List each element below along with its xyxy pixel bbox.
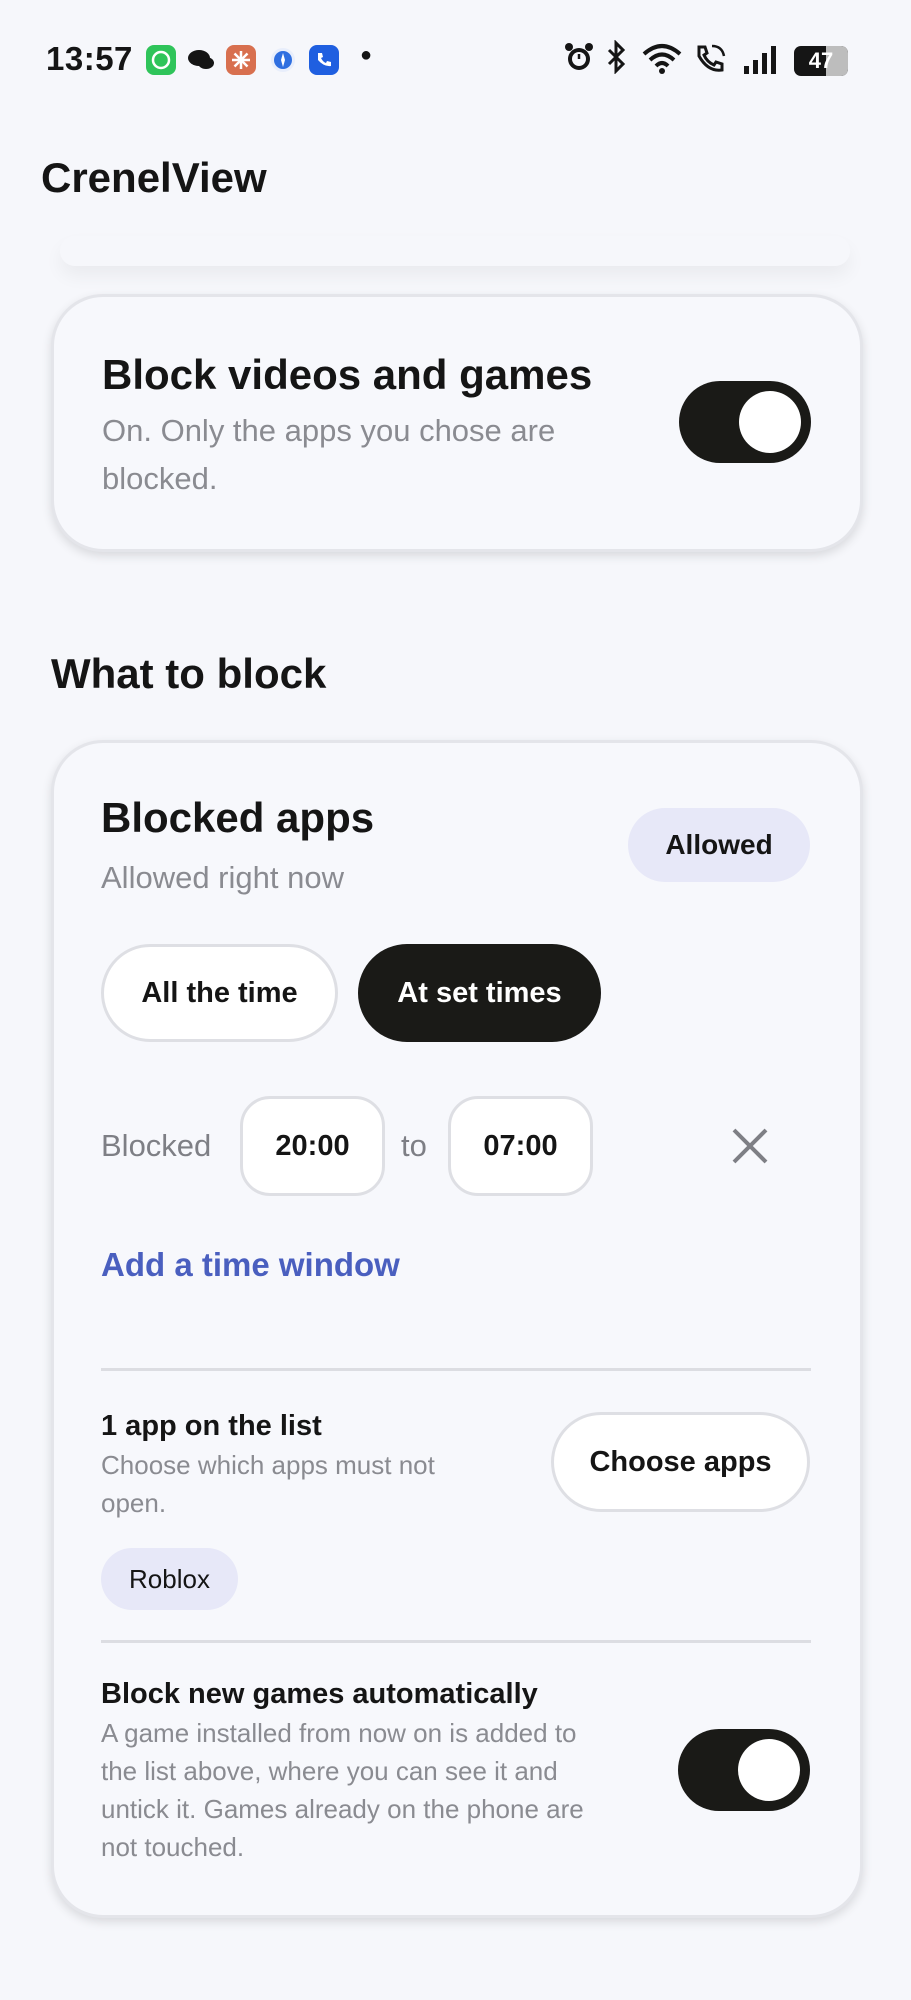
app-chip-roblox[interactable]: Roblox (101, 1548, 238, 1610)
battery-level: 47 (808, 48, 834, 73)
time-window-to-label: to (401, 1128, 427, 1163)
toggle-knob (738, 1739, 800, 1801)
claude-icon (226, 45, 256, 75)
time-window-label: Blocked (101, 1128, 212, 1163)
auto-block-desc-2: the list above, where you can see it and (101, 1756, 558, 1786)
auto-block-desc-1: A game installed from now on is added to (101, 1718, 577, 1748)
chat-icon (186, 45, 216, 75)
signal-icon (742, 44, 778, 84)
remove-window-close-icon[interactable] (728, 1124, 772, 1168)
status-bar: 13:57 ● 47 (0, 0, 911, 120)
app-list-desc-1: Choose which apps must not (101, 1450, 435, 1480)
section-title-what-to-block: What to block (51, 650, 327, 697)
blocked-apps-status: Allowed right now (101, 860, 344, 895)
app-list-desc-2: open. (101, 1488, 167, 1518)
mode-all-the-time-button[interactable]: All the time (101, 944, 338, 1042)
time-window-start[interactable]: 20:00 (240, 1096, 385, 1196)
add-time-window-link[interactable]: Add a time window (101, 1246, 400, 1284)
status-time: 13:57 (46, 40, 133, 77)
block-videos-toggle[interactable] (679, 381, 811, 463)
time-window-end[interactable]: 07:00 (448, 1096, 593, 1196)
more-notifications-dot: ● (360, 44, 373, 66)
auto-block-toggle[interactable] (678, 1729, 810, 1811)
auto-block-title: Block new games automatically (101, 1678, 538, 1710)
auto-block-desc-3: untick it. Games already on the phone ar… (101, 1794, 584, 1824)
choose-apps-button[interactable]: Choose apps (551, 1412, 810, 1512)
app-title: CrenelView (41, 154, 267, 201)
wifi-icon (640, 42, 684, 82)
toggle-knob (739, 391, 801, 453)
phone-app-icon (309, 45, 339, 75)
alarm-icon (562, 40, 596, 82)
block-videos-title: Block videos and games (102, 351, 593, 398)
auto-block-desc-4: not touched. (101, 1832, 245, 1862)
block-videos-card: Block videos and games On. Only the apps… (51, 294, 863, 552)
whatsapp-icon (146, 45, 176, 75)
app-list-title: 1 app on the list (101, 1410, 322, 1442)
block-videos-subtitle-1: On. Only the apps you chose are (102, 413, 556, 448)
mode-at-set-times-button[interactable]: At set times (358, 944, 601, 1042)
divider (101, 1640, 811, 1643)
bluetooth-icon (604, 39, 628, 82)
block-videos-subtitle-2: blocked. (102, 461, 218, 496)
blocked-apps-title: Blocked apps (101, 794, 375, 841)
allowed-status-badge: Allowed (628, 808, 810, 882)
header-divider-shadow (60, 236, 850, 266)
battery-icon: 47 (794, 46, 848, 76)
divider (101, 1368, 811, 1371)
wifi-call-icon (694, 42, 728, 84)
safari-icon (268, 45, 298, 75)
